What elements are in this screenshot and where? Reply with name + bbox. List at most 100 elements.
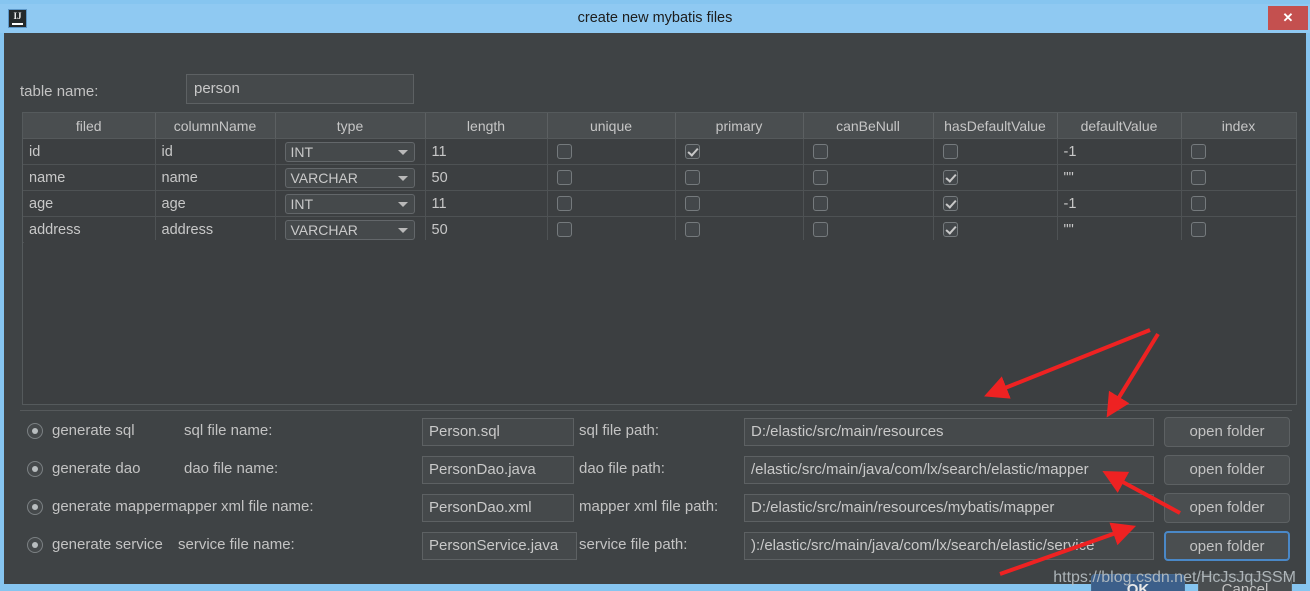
checkbox-primary[interactable] bbox=[685, 170, 700, 185]
cell-primary[interactable] bbox=[675, 191, 803, 217]
col-header-primary[interactable]: primary bbox=[675, 113, 803, 139]
dialog-window: IJ create new mybatis files ✕ table name… bbox=[0, 0, 1310, 591]
cell-index[interactable] bbox=[1181, 165, 1296, 191]
file-name-input[interactable]: Person.sql bbox=[422, 418, 574, 446]
cell-type[interactable]: INT bbox=[275, 191, 425, 217]
cell-filed[interactable]: name bbox=[23, 165, 155, 191]
generate-option-row: generate serviceservice file name:Person… bbox=[4, 528, 1306, 566]
file-name-input[interactable]: PersonDao.xml bbox=[422, 494, 574, 522]
col-header-filed[interactable]: filed bbox=[23, 113, 155, 139]
cell-unique[interactable] bbox=[547, 217, 675, 243]
checkbox-canbenull[interactable] bbox=[813, 170, 828, 185]
close-icon[interactable]: ✕ bbox=[1268, 6, 1308, 30]
checkbox-primary[interactable] bbox=[685, 196, 700, 211]
cell-defaultvalue[interactable]: "" bbox=[1057, 165, 1181, 191]
type-select[interactable]: VARCHAR bbox=[285, 168, 415, 188]
cell-hasdefaultvalue[interactable] bbox=[933, 165, 1057, 191]
cell-type[interactable]: INT bbox=[275, 139, 425, 165]
cell-defaultvalue[interactable]: -1 bbox=[1057, 191, 1181, 217]
checkbox-unique[interactable] bbox=[557, 144, 572, 159]
table-row[interactable]: namename VARCHAR 50 "" bbox=[23, 165, 1296, 191]
checkbox-index[interactable] bbox=[1191, 222, 1206, 237]
cell-primary[interactable] bbox=[675, 217, 803, 243]
checkbox-hasdefaultvalue[interactable] bbox=[943, 222, 958, 237]
checkbox-index[interactable] bbox=[1191, 170, 1206, 185]
checkbox-hasdefaultvalue[interactable] bbox=[943, 170, 958, 185]
cell-primary[interactable] bbox=[675, 139, 803, 165]
file-path-input[interactable]: /elastic/src/main/java/com/lx/search/ela… bbox=[744, 456, 1154, 484]
cell-primary[interactable] bbox=[675, 165, 803, 191]
cell-hasdefaultvalue[interactable] bbox=[933, 217, 1057, 243]
col-header-hasdefaultvalue[interactable]: hasDefaultValue bbox=[933, 113, 1057, 139]
cell-columnname[interactable]: address bbox=[155, 217, 275, 243]
cell-canbenull[interactable] bbox=[803, 139, 933, 165]
table-name-input[interactable]: person bbox=[186, 74, 414, 104]
table-row[interactable]: idid INT 11 -1 bbox=[23, 139, 1296, 165]
open-folder-button[interactable]: open folder bbox=[1164, 455, 1290, 485]
col-header-length[interactable]: length bbox=[425, 113, 547, 139]
col-header-columnname[interactable]: columnName bbox=[155, 113, 275, 139]
cell-length[interactable]: 50 bbox=[425, 165, 547, 191]
cell-index[interactable] bbox=[1181, 139, 1296, 165]
cell-hasdefaultvalue[interactable] bbox=[933, 191, 1057, 217]
table-row[interactable]: addressaddress VARCHAR 50 "" bbox=[23, 217, 1296, 243]
radio-generate-service[interactable] bbox=[27, 537, 43, 553]
open-folder-button[interactable]: open folder bbox=[1164, 531, 1290, 561]
cell-columnname[interactable]: age bbox=[155, 191, 275, 217]
radio-generate-sql[interactable] bbox=[27, 423, 43, 439]
col-header-index[interactable]: index bbox=[1181, 113, 1296, 139]
open-folder-button[interactable]: open folder bbox=[1164, 417, 1290, 447]
checkbox-canbenull[interactable] bbox=[813, 144, 828, 159]
cell-canbenull[interactable] bbox=[803, 165, 933, 191]
open-folder-button[interactable]: open folder bbox=[1164, 493, 1290, 523]
cell-unique[interactable] bbox=[547, 165, 675, 191]
cell-canbenull[interactable] bbox=[803, 217, 933, 243]
cell-defaultvalue[interactable]: "" bbox=[1057, 217, 1181, 243]
col-header-defaultvalue[interactable]: defaultValue bbox=[1057, 113, 1181, 139]
radio-generate-mapper[interactable] bbox=[27, 499, 43, 515]
file-path-input[interactable]: D:/elastic/src/main/resources bbox=[744, 418, 1154, 446]
cell-type[interactable]: VARCHAR bbox=[275, 217, 425, 243]
cell-filed[interactable]: address bbox=[23, 217, 155, 243]
cell-unique[interactable] bbox=[547, 139, 675, 165]
checkbox-index[interactable] bbox=[1191, 144, 1206, 159]
cell-filed[interactable]: age bbox=[23, 191, 155, 217]
file-name-input[interactable]: PersonDao.java bbox=[422, 456, 574, 484]
type-select[interactable]: INT bbox=[285, 194, 415, 214]
table-empty-space bbox=[24, 240, 1296, 404]
cell-length[interactable]: 11 bbox=[425, 139, 547, 165]
checkbox-hasdefaultvalue[interactable] bbox=[943, 144, 958, 159]
file-path-input[interactable]: D:/elastic/src/main/resources/mybatis/ma… bbox=[744, 494, 1154, 522]
cell-hasdefaultvalue[interactable] bbox=[933, 139, 1057, 165]
file-path-input[interactable]: ):/elastic/src/main/java/com/lx/search/e… bbox=[744, 532, 1154, 560]
cell-length[interactable]: 11 bbox=[425, 191, 547, 217]
radio-generate-dao[interactable] bbox=[27, 461, 43, 477]
checkbox-unique[interactable] bbox=[557, 196, 572, 211]
cell-defaultvalue[interactable]: -1 bbox=[1057, 139, 1181, 165]
cell-columnname[interactable]: id bbox=[155, 139, 275, 165]
checkbox-unique[interactable] bbox=[557, 222, 572, 237]
checkbox-canbenull[interactable] bbox=[813, 196, 828, 211]
cell-canbenull[interactable] bbox=[803, 191, 933, 217]
file-name-input[interactable]: PersonService.java bbox=[422, 532, 577, 560]
type-select[interactable]: INT bbox=[285, 142, 415, 162]
checkbox-hasdefaultvalue[interactable] bbox=[943, 196, 958, 211]
cell-type[interactable]: VARCHAR bbox=[275, 165, 425, 191]
cell-index[interactable] bbox=[1181, 217, 1296, 243]
col-header-type[interactable]: type bbox=[275, 113, 425, 139]
checkbox-canbenull[interactable] bbox=[813, 222, 828, 237]
checkbox-primary[interactable] bbox=[685, 144, 700, 159]
cell-length[interactable]: 50 bbox=[425, 217, 547, 243]
cell-columnname[interactable]: name bbox=[155, 165, 275, 191]
cell-unique[interactable] bbox=[547, 191, 675, 217]
checkbox-index[interactable] bbox=[1191, 196, 1206, 211]
cell-filed[interactable]: id bbox=[23, 139, 155, 165]
col-header-unique[interactable]: unique bbox=[547, 113, 675, 139]
col-header-canbenull[interactable]: canBeNull bbox=[803, 113, 933, 139]
cell-index[interactable] bbox=[1181, 191, 1296, 217]
type-select[interactable]: VARCHAR bbox=[285, 220, 415, 240]
checkbox-primary[interactable] bbox=[685, 222, 700, 237]
file-path-label: mapper xml file path: bbox=[579, 498, 718, 515]
checkbox-unique[interactable] bbox=[557, 170, 572, 185]
table-row[interactable]: ageage INT 11 -1 bbox=[23, 191, 1296, 217]
